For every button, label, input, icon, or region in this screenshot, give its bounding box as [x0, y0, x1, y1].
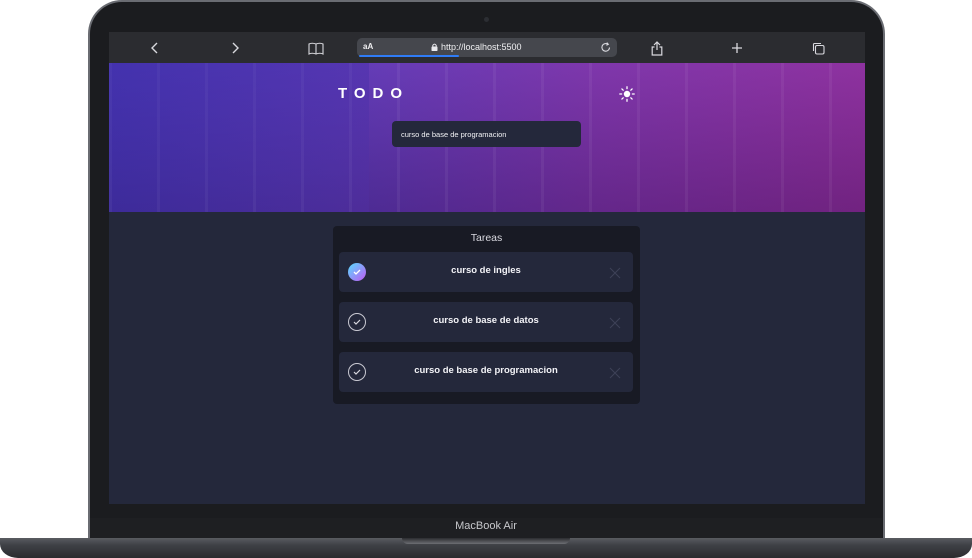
share-icon	[651, 40, 663, 56]
app-title: TODO	[338, 85, 410, 102]
share-button[interactable]	[646, 37, 668, 59]
browser-toolbar: aA http://localhost:5500	[109, 32, 865, 63]
sun-icon	[619, 86, 635, 102]
check-icon	[353, 369, 361, 375]
tabs-overview-button[interactable]	[807, 37, 829, 59]
back-button[interactable]	[144, 37, 166, 59]
browser-screen: aA http://localhost:5500 TODO curso de b…	[109, 32, 865, 504]
delete-task-button[interactable]	[609, 366, 621, 379]
task-complete-toggle[interactable]	[348, 263, 366, 281]
reload-icon	[601, 42, 611, 52]
reader-text-size-button[interactable]: aA	[363, 42, 373, 51]
close-icon	[609, 267, 621, 279]
task-list-title: Tareas	[470, 232, 503, 244]
reload-button[interactable]	[600, 40, 612, 56]
chevron-right-icon	[232, 42, 239, 54]
delete-task-button[interactable]	[609, 266, 621, 279]
new-tab-button[interactable]	[726, 37, 748, 59]
task-label: curso de base de programacion	[414, 365, 558, 376]
laptop-frame: aA http://localhost:5500 TODO curso de b…	[0, 0, 972, 558]
task-complete-toggle[interactable]	[348, 313, 366, 331]
lock-icon	[431, 43, 438, 51]
plus-icon	[732, 43, 742, 53]
check-icon	[353, 269, 361, 275]
delete-task-button[interactable]	[609, 316, 621, 329]
url-text: http://localhost:5500	[441, 42, 522, 52]
task-item[interactable]: curso de base de programacion	[339, 352, 633, 392]
task-item[interactable]: curso de base de datos	[339, 302, 633, 342]
close-icon	[609, 367, 621, 379]
task-label: curso de base de datos	[433, 315, 539, 326]
close-icon	[609, 317, 621, 329]
header-banner: TODO	[109, 63, 865, 212]
book-icon	[308, 42, 324, 55]
address-bar[interactable]: aA http://localhost:5500	[357, 38, 617, 57]
page-load-progress	[359, 55, 459, 57]
new-task-input[interactable]	[392, 121, 581, 147]
forward-button[interactable]	[224, 37, 246, 59]
check-icon	[353, 319, 361, 325]
chevron-left-icon	[151, 42, 158, 54]
device-label: MacBook Air	[455, 520, 517, 532]
tabs-icon	[812, 42, 825, 55]
task-list-card: Tareas curso de ingles curso de base de …	[333, 226, 640, 404]
camera	[484, 17, 489, 22]
laptop-base: MacBook Air	[0, 518, 972, 558]
theme-toggle-button[interactable]	[619, 86, 635, 102]
task-item[interactable]: curso de ingles	[339, 252, 633, 292]
task-label: curso de ingles	[451, 265, 521, 276]
bookmarks-button[interactable]	[305, 37, 327, 59]
task-complete-toggle[interactable]	[348, 363, 366, 381]
laptop-opening-notch	[402, 538, 570, 544]
